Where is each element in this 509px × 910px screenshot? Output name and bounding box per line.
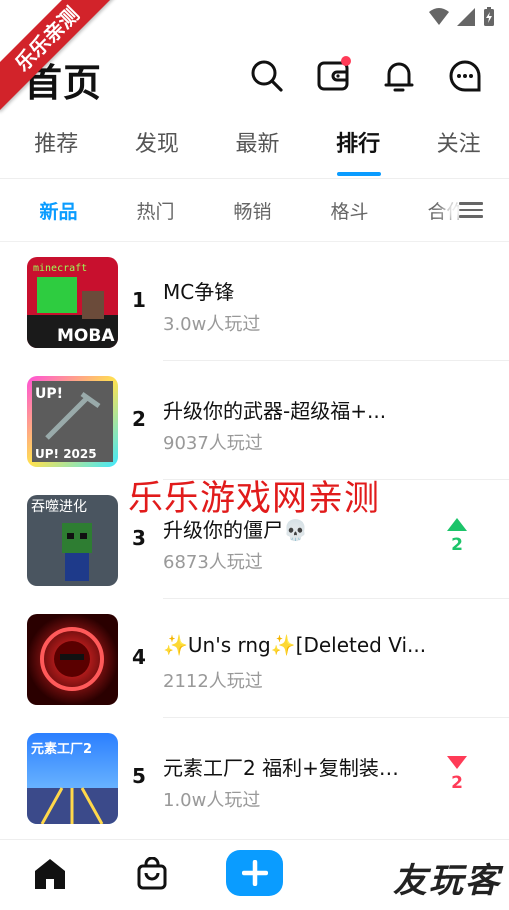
rank-number: 3 [132, 526, 146, 550]
tab-following[interactable]: 关注 [408, 116, 509, 178]
subtab-new[interactable]: 新品 [10, 197, 107, 224]
play-count: 3.0w人玩过 [163, 314, 261, 335]
thumb-label: UP! 2025 [35, 447, 97, 461]
nav-home[interactable] [30, 854, 70, 894]
play-count: 6873人玩过 [163, 552, 263, 573]
game-thumbnail[interactable]: minecraft MOBA [27, 257, 118, 348]
search-button[interactable] [247, 56, 287, 96]
rank-change-down: 2 [445, 756, 469, 793]
tab-discover[interactable]: 发现 [107, 116, 208, 178]
rank-number: 4 [132, 645, 146, 669]
header-actions [247, 56, 485, 96]
thumb-label: MOBA [57, 326, 115, 346]
game-name: 元素工厂2 福利+复制装… [163, 756, 399, 780]
subtab-bestseller[interactable]: 畅销 [204, 197, 301, 224]
subtab-hot[interactable]: 热门 [107, 197, 204, 224]
game-thumbnail[interactable]: 吞噬进化 [27, 495, 118, 586]
tab-recommend[interactable]: 推荐 [6, 116, 107, 178]
list-item[interactable]: 元素工厂2 5 元素工厂2 福利+复制装… 1.0w人玩过 2 [0, 718, 509, 837]
rank-number: 1 [132, 288, 146, 312]
list-item[interactable]: UP! UP! 2025 2 升级你的武器-超级福+... 9037人玩过 [0, 361, 509, 480]
game-thumbnail[interactable]: 元素工厂2 [27, 733, 118, 824]
main-tabs: 推荐 发现 最新 排行 关注 [0, 116, 509, 179]
game-thumbnail[interactable]: UP! UP! 2025 [27, 376, 118, 467]
home-icon [35, 859, 65, 889]
bell-icon [384, 62, 414, 92]
chat-icon [449, 60, 481, 92]
notifications-button[interactable] [379, 56, 419, 96]
thumb-label: 元素工厂2 [31, 741, 92, 757]
notification-dot [341, 56, 351, 66]
watermark: 乐乐游戏网亲测 [128, 479, 381, 519]
wallet-button[interactable] [313, 56, 353, 96]
game-name: 升级你的武器-超级福+... [163, 399, 387, 423]
ranking-list: minecraft MOBA 1 MC争锋 3.0w人玩过 UP! UP! 20… [0, 242, 509, 837]
play-count: 1.0w人玩过 [163, 790, 261, 811]
tab-latest[interactable]: 最新 [207, 116, 308, 178]
site-logo: 友玩客 [393, 861, 501, 901]
category-menu-button[interactable] [459, 199, 483, 221]
messages-button[interactable] [445, 56, 485, 96]
thumb-label: 吞噬进化 [31, 499, 87, 515]
game-name: ✨Un's rng✨[Deleted Vi... [163, 633, 427, 657]
arrow-up-icon [447, 518, 467, 531]
create-button[interactable] [226, 850, 283, 896]
shopping-bag-icon [137, 857, 167, 890]
rank-number: 2 [132, 407, 146, 431]
nav-store[interactable] [132, 854, 172, 894]
signal-icon [457, 8, 475, 26]
menu-icon [459, 202, 483, 205]
svg-text:UP!: UP! [35, 386, 63, 402]
category-tabs: 新品 热门 畅销 格斗 合作 [0, 179, 509, 242]
list-item[interactable]: minecraft MOBA 1 MC争锋 3.0w人玩过 [0, 242, 509, 361]
plus-icon [241, 860, 268, 886]
rank-change-up: 2 [445, 518, 469, 555]
rank-number: 5 [132, 764, 146, 788]
subtab-fighting[interactable]: 格斗 [301, 197, 398, 224]
search-icon [251, 60, 283, 92]
bottom-navigation: 友玩客 [0, 839, 509, 910]
arrow-down-icon [447, 756, 467, 769]
tab-ranking[interactable]: 排行 [308, 116, 409, 178]
game-name: MC争锋 [163, 280, 235, 304]
battery-icon [484, 7, 494, 26]
wifi-icon [429, 8, 449, 25]
play-count: 9037人玩过 [163, 433, 263, 454]
header: 首页 [0, 32, 509, 116]
list-item[interactable]: 4 ✨Un's rng✨[Deleted Vi... 2112人玩过 [0, 599, 509, 718]
play-count: 2112人玩过 [163, 671, 263, 692]
svg-text:minecraft: minecraft [33, 263, 87, 274]
game-thumbnail[interactable] [27, 614, 118, 705]
status-icons [429, 7, 495, 27]
